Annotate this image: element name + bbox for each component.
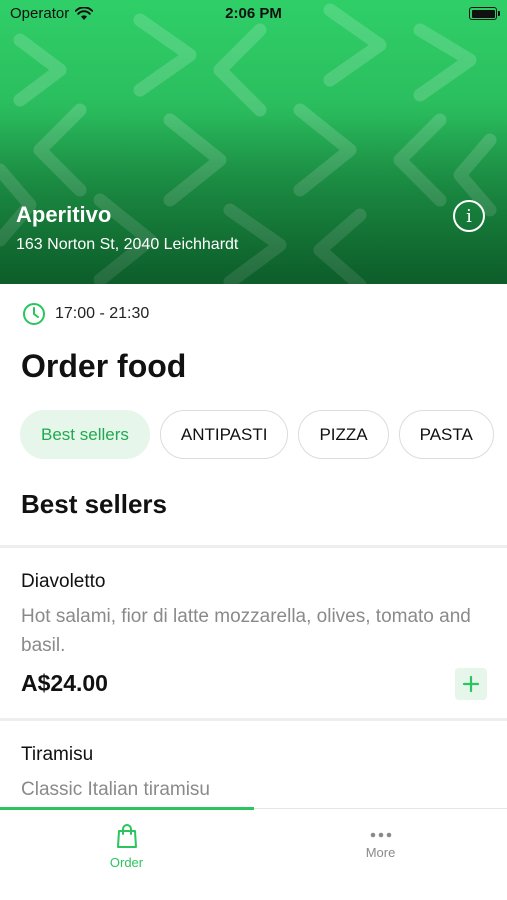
venue-name: Aperitivo xyxy=(16,202,112,227)
active-tab-indicator xyxy=(0,807,254,810)
item-description: Hot salami, fior di latte mozzarella, ol… xyxy=(21,606,471,656)
more-dots-icon xyxy=(370,832,391,838)
category-chip-pizza[interactable]: PIZZA xyxy=(298,410,389,459)
tab-order[interactable]: Order xyxy=(0,823,253,870)
tab-more[interactable]: More xyxy=(254,831,507,860)
menu-item[interactable]: Tiramisu Classic Italian tiramisu xyxy=(0,721,507,808)
category-chip-antipasti[interactable]: ANTIPASTI xyxy=(159,410,289,459)
clock-time: 2:06 PM xyxy=(225,5,282,22)
info-icon: i xyxy=(466,205,472,227)
add-to-cart-button[interactable] xyxy=(455,668,487,700)
opening-hours-text: 17:00 - 21:30 xyxy=(55,305,150,322)
venue-header: Operator 2:06 PM Aperitivo 163 Norton St… xyxy=(0,0,507,284)
item-name: Tiramisu xyxy=(21,744,94,765)
opening-hours: 17:00 - 21:30 xyxy=(22,302,149,326)
venue-address: 163 Norton St, 2040 Leichhardt xyxy=(16,236,239,253)
item-description: Classic Italian tiramisu xyxy=(21,779,210,800)
info-button[interactable]: i xyxy=(453,200,485,232)
clock-icon xyxy=(23,303,45,325)
tab-bar: Order More xyxy=(0,807,507,900)
battery-icon xyxy=(469,7,500,20)
item-price: A$24.00 xyxy=(21,670,108,696)
category-chip-pasta[interactable]: PASTA xyxy=(398,410,494,459)
page-title: Order food xyxy=(21,348,187,384)
menu-item[interactable]: Diavoletto Hot salami, fior di latte moz… xyxy=(0,548,507,718)
tab-more-label: More xyxy=(365,845,396,860)
plus-icon xyxy=(462,675,480,693)
item-name: Diavoletto xyxy=(21,571,106,592)
status-bar: Operator 2:06 PM xyxy=(0,0,507,28)
shopping-bag-icon xyxy=(116,824,137,848)
category-chip-best-sellers[interactable]: Best sellers xyxy=(20,410,150,459)
category-tabs: Best sellers ANTIPASTI PIZZA PASTA xyxy=(20,410,494,459)
tab-order-label: Order xyxy=(109,855,144,870)
section-title: Best sellers xyxy=(21,489,167,519)
